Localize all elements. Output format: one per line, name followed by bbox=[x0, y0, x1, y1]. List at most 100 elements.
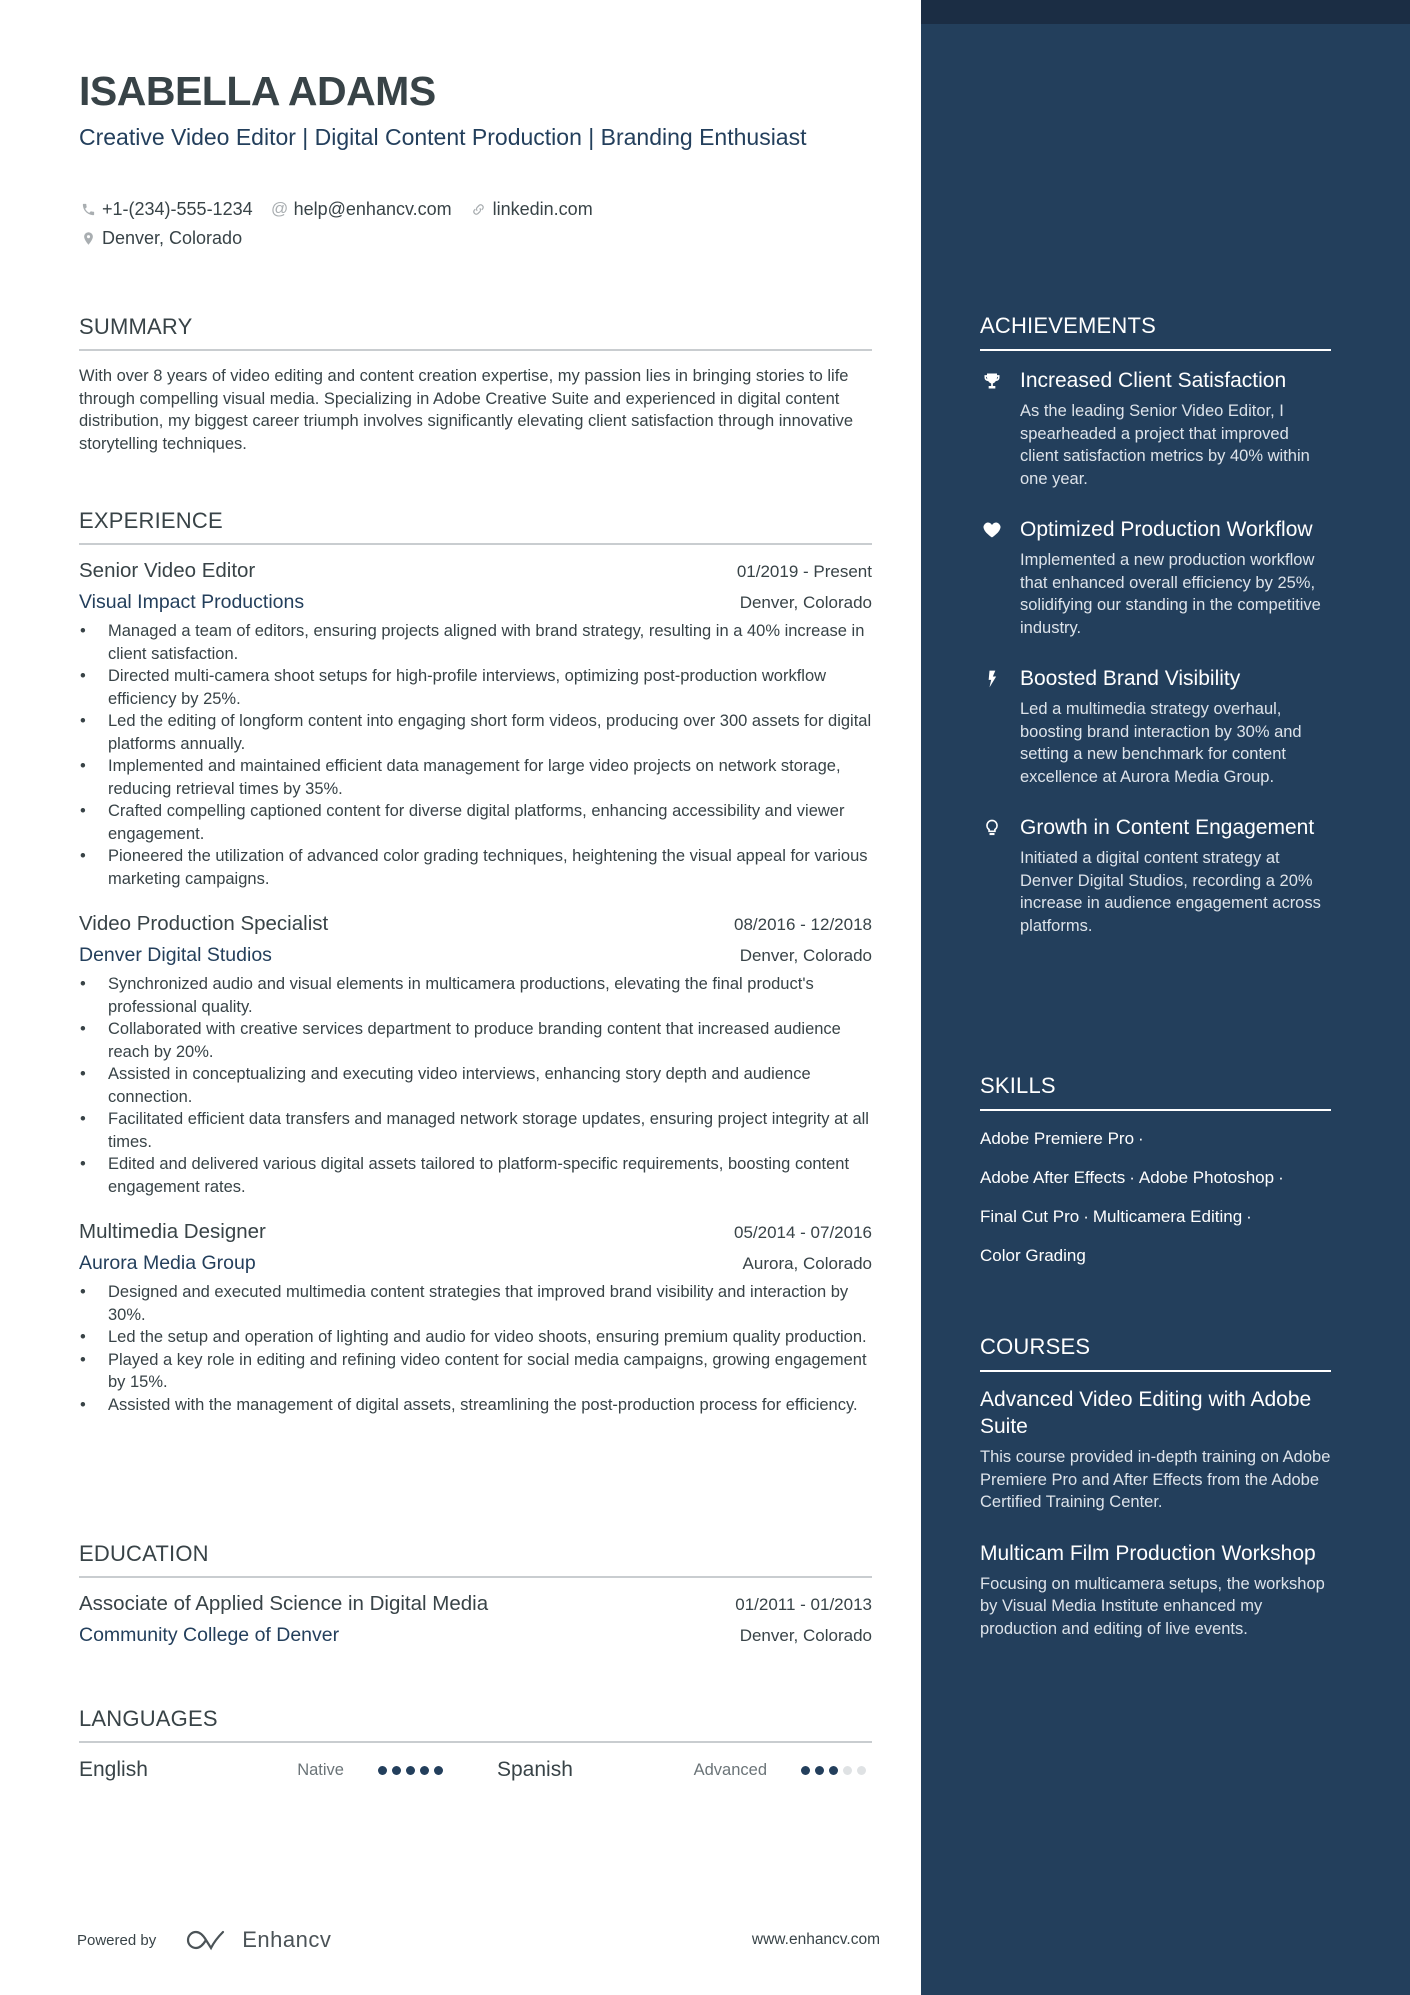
experience-section: EXPERIENCE Senior Video Editor 01/2019 - … bbox=[79, 508, 872, 1416]
bullet-item: Assisted with the management of digital … bbox=[79, 1394, 872, 1417]
job-title: Video Production Specialist bbox=[79, 912, 329, 935]
achievement-title: Increased Client Satisfaction bbox=[1020, 369, 1287, 392]
bullet-item: Edited and delivered various digital ass… bbox=[79, 1153, 872, 1198]
powered-by-text: Powered by bbox=[77, 1931, 157, 1949]
achievement-item: Boosted Brand Visibility Led a multimedia… bbox=[980, 665, 1331, 788]
job-dates: 08/2016 - 12/2018 bbox=[733, 915, 872, 934]
job-subheader: Denver Digital Studios Denver, Colorado bbox=[79, 936, 872, 967]
candidate-name: ISABELLA ADAMS bbox=[79, 68, 436, 114]
rating-dot-filled bbox=[406, 1765, 415, 1775]
summary-section: SUMMARY With over 8 years of video editi… bbox=[79, 314, 872, 455]
achievement-item: Increased Client Satisfaction As the lead… bbox=[980, 367, 1331, 490]
job-list: Senior Video Editor 01/2019 - Present Visu… bbox=[79, 559, 872, 1416]
course-title: Advanced Video Editing with Adobe Suite bbox=[980, 1388, 1312, 1438]
lightning-icon bbox=[980, 665, 1004, 788]
job-bullets: Designed and executed multimedia content… bbox=[79, 1281, 872, 1416]
languages-title: LANGUAGES bbox=[79, 1706, 218, 1731]
skill-separator: · bbox=[1138, 1129, 1144, 1148]
contact-phone[interactable]: +1-(234)-555-1234 bbox=[79, 199, 253, 220]
bullet-item: Led the setup and operation of lighting … bbox=[79, 1326, 872, 1349]
job-dates: 05/2014 - 07/2016 bbox=[733, 1223, 872, 1242]
education-section: EDUCATION Associate of Applied Science i… bbox=[79, 1541, 872, 1647]
sidebar bbox=[921, 0, 1410, 1995]
bullet-item: Led the editing of longform content into… bbox=[79, 710, 872, 755]
language-level: Native bbox=[297, 1760, 344, 1779]
bullet-item: Played a key role in editing and refinin… bbox=[79, 1349, 872, 1394]
skill-separator: · bbox=[1083, 1207, 1089, 1226]
school: Community College of Denver bbox=[79, 1624, 340, 1646]
skill-list: Adobe Premiere Pro · Adobe After Effects · A… bbox=[980, 1125, 1331, 1281]
course-item: Multicam Film Production Workshop Focusin… bbox=[980, 1540, 1331, 1641]
skill-tag: Adobe Premiere Pro bbox=[980, 1129, 1135, 1148]
enhancv-logo[interactable]: Enhancv bbox=[184, 1927, 331, 1953]
achievement-description: Led a multimedia strategy overhaul, boos… bbox=[1020, 700, 1302, 786]
email-text: help@enhancv.com bbox=[293, 198, 452, 219]
degree: Associate of Applied Science in Digital … bbox=[79, 1592, 489, 1615]
bullet-item: Designed and executed multimedia content… bbox=[79, 1281, 872, 1326]
summary-title: SUMMARY bbox=[79, 314, 193, 339]
achievement-description: As the leading Senior Video Editor, I sp… bbox=[1020, 402, 1310, 488]
link-text: linkedin.com bbox=[492, 198, 593, 219]
divider bbox=[79, 1741, 872, 1743]
job-location: Aurora, Colorado bbox=[742, 1254, 872, 1273]
trophy-icon bbox=[980, 367, 1004, 490]
achievement-item: Optimized Production Workflow Implemented… bbox=[980, 516, 1331, 639]
website-link[interactable]: www.enhancv.com bbox=[752, 1931, 880, 1949]
achievement-title: Boosted Brand Visibility bbox=[1020, 667, 1241, 690]
experience-title: EXPERIENCE bbox=[79, 508, 223, 533]
enhancv-logo-icon bbox=[187, 1930, 225, 1951]
job-subheader: Visual Impact Productions Denver, Colorad… bbox=[79, 583, 872, 614]
job-subheader: Aurora Media Group Aurora, Colorado bbox=[79, 1244, 872, 1275]
achievement-body: Growth in Content Engagement Initiated a … bbox=[1020, 814, 1331, 937]
phone-icon bbox=[79, 200, 97, 218]
rating-dot-empty bbox=[857, 1765, 866, 1775]
rating-dot-filled bbox=[392, 1765, 401, 1775]
divider bbox=[980, 349, 1331, 351]
skill-line: Adobe Premiere Pro · bbox=[980, 1125, 1331, 1164]
education-entry: Associate of Applied Science in Digital … bbox=[79, 1592, 872, 1647]
achievement-body: Optimized Production Workflow Implemented… bbox=[1020, 516, 1331, 639]
bullet-item: Implemented and maintained efficient dat… bbox=[79, 755, 872, 800]
bullet-item: Collaborated with creative services depa… bbox=[79, 1018, 872, 1063]
job-bullets: Managed a team of editors, ensuring proj… bbox=[79, 620, 872, 890]
skills-section: SKILLS Adobe Premiere Pro · Adobe After Ef… bbox=[980, 1073, 1331, 1281]
achievement-body: Increased Client Satisfaction As the lead… bbox=[1020, 367, 1331, 490]
job-entry: Senior Video Editor 01/2019 - Present Visu… bbox=[79, 559, 872, 890]
rating-dot-filled bbox=[829, 1765, 838, 1775]
job-company: Visual Impact Productions bbox=[79, 591, 305, 613]
language-list: English Native Spanish Advanced bbox=[79, 1755, 872, 1785]
skill-line: Color Grading bbox=[980, 1242, 1331, 1281]
job-bullets: Synchronized audio and visual elements i… bbox=[79, 973, 872, 1198]
bullet-item: Synchronized audio and visual elements i… bbox=[79, 973, 872, 1018]
lightbulb-icon bbox=[980, 814, 1004, 937]
job-header: Multimedia Designer 05/2014 - 07/2016 bbox=[79, 1220, 872, 1244]
rating-dot-filled bbox=[801, 1765, 810, 1775]
job-location: Denver, Colorado bbox=[739, 593, 872, 612]
summary-text: With over 8 years of video editing and c… bbox=[79, 367, 854, 453]
heart-icon bbox=[980, 516, 1004, 639]
job-dates: 01/2019 - Present bbox=[736, 562, 872, 581]
contact-link[interactable]: linkedin.com bbox=[470, 199, 593, 220]
bullet-item: Crafted compelling captioned content for… bbox=[79, 800, 872, 845]
achievement-body: Boosted Brand Visibility Led a multimedia… bbox=[1020, 665, 1331, 788]
achievement-list: Increased Client Satisfaction As the lead… bbox=[980, 367, 1331, 937]
achievement-title: Growth in Content Engagement bbox=[1020, 816, 1315, 839]
footer: Powered by Enhancv www.enhancv.com bbox=[77, 1918, 880, 1962]
contact-email[interactable]: @ help@enhancv.com bbox=[271, 199, 452, 220]
course-item: Advanced Video Editing with Adobe Suite T… bbox=[980, 1386, 1331, 1514]
course-description: Focusing on multicamera setups, the work… bbox=[980, 1574, 1325, 1638]
divider bbox=[980, 1109, 1331, 1111]
skill-tag: Final Cut Pro bbox=[980, 1207, 1080, 1226]
language-name: English bbox=[79, 1758, 148, 1781]
education-location: Denver, Colorado bbox=[739, 1626, 872, 1645]
job-header: Senior Video Editor 01/2019 - Present bbox=[79, 559, 872, 583]
courses-section: COURSES Advanced Video Editing with Adob… bbox=[980, 1334, 1331, 1640]
job-company: Aurora Media Group bbox=[79, 1252, 256, 1274]
skill-tag: Adobe Photoshop bbox=[1138, 1168, 1275, 1187]
brand-name: Enhancv bbox=[242, 1927, 332, 1952]
at-icon: @ bbox=[270, 199, 289, 218]
achievement-description: Implemented a new production workflow th… bbox=[1020, 551, 1321, 637]
skill-tag: Color Grading bbox=[980, 1246, 1086, 1265]
skill-separator: · bbox=[1278, 1168, 1284, 1187]
bullet-item: Managed a team of editors, ensuring proj… bbox=[79, 620, 872, 665]
